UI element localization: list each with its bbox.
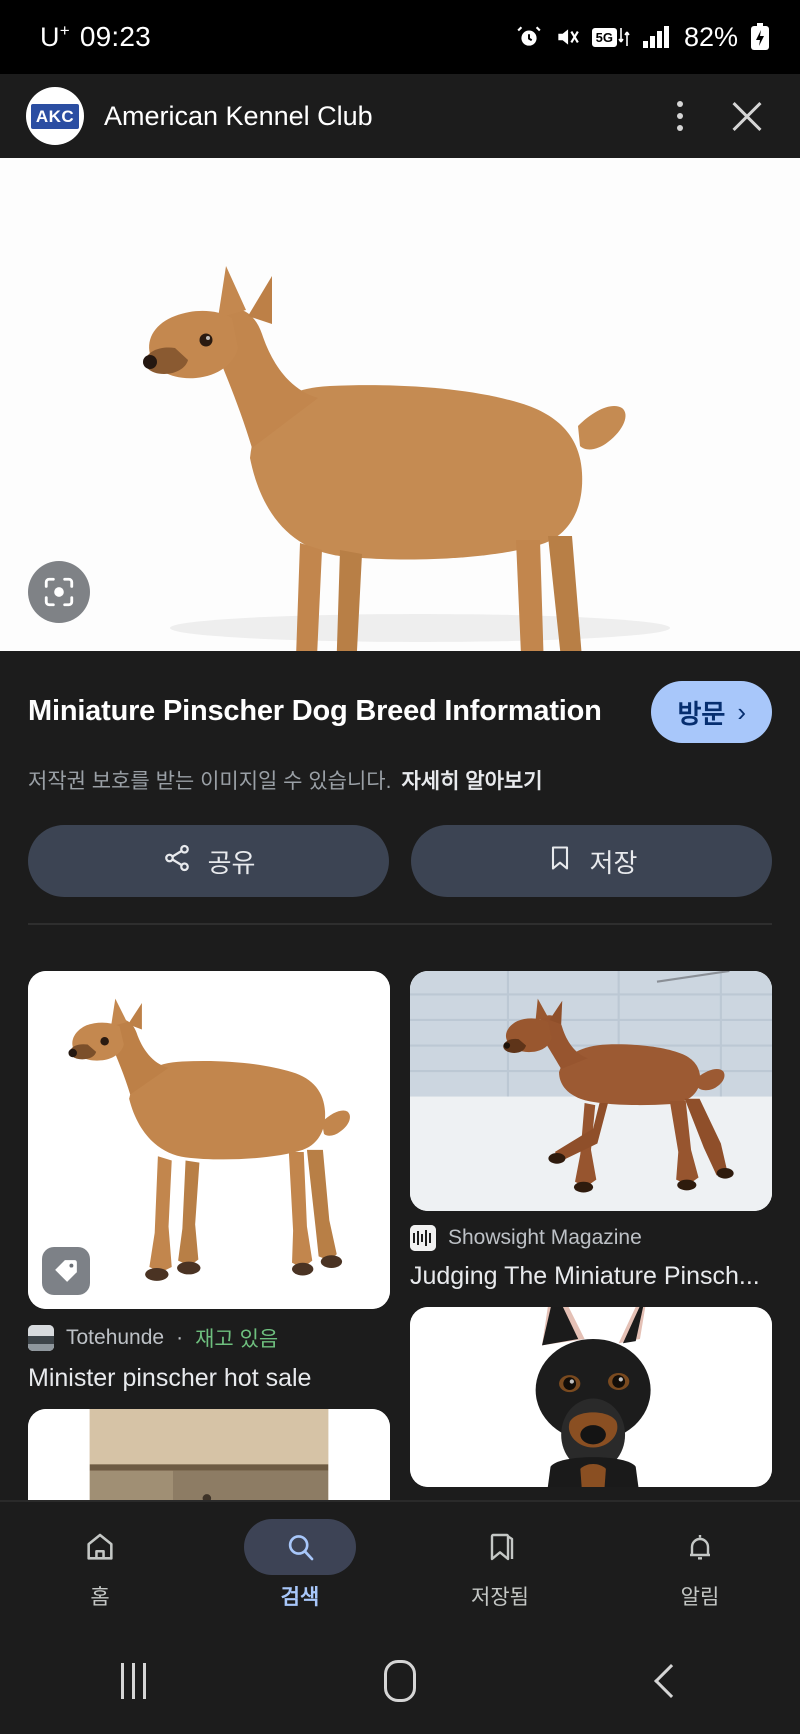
copyright-notice: 저작권 보호를 받는 이미지일 수 있습니다. 자세히 알아보기 — [28, 765, 772, 795]
nav-item-saved[interactable]: 저장됨 — [400, 1519, 600, 1611]
result-source-row: Totehunde · 재고 있음 — [28, 1323, 390, 1353]
system-navigation-bar — [0, 1628, 800, 1734]
share-button-label: 공유 — [207, 847, 256, 878]
nav-label-saved: 저장됨 — [471, 1586, 529, 1609]
alarm-icon — [516, 24, 542, 50]
related-images-grid: Totehunde · 재고 있음 Minister pinscher hot … — [0, 951, 800, 1559]
hero-image[interactable] — [0, 158, 800, 651]
share-button[interactable]: 공유 — [28, 825, 389, 897]
app-title: American Kennel Club — [104, 100, 373, 131]
battery-icon — [750, 23, 770, 51]
price-tag-icon — [42, 1247, 90, 1295]
nav-label-home: 홈 — [90, 1586, 110, 1609]
save-button[interactable]: 저장 — [411, 825, 772, 897]
result-source-name: Totehunde — [66, 1326, 165, 1349]
info-top-row: Miniature Pinscher Dog Breed Information… — [28, 681, 772, 743]
grid-column-right: Showsight Magazine Judging The Miniature… — [410, 971, 772, 1559]
result-source-row: Showsight Magazine — [410, 1225, 772, 1251]
signal-icon — [642, 25, 670, 49]
showsight-favicon — [410, 1225, 436, 1251]
totehunde-favicon — [28, 1325, 54, 1351]
clock: 09:23 — [79, 21, 151, 52]
learn-more-link[interactable]: 자세히 알아보기 — [401, 770, 542, 793]
grid-column-left: Totehunde · 재고 있음 Minister pinscher hot … — [28, 971, 390, 1559]
stock-status: 재고 있음 — [195, 1328, 279, 1351]
nav-item-notifications[interactable]: 알림 — [600, 1519, 800, 1611]
akc-logo: AKC — [26, 87, 84, 145]
close-icon[interactable] — [722, 91, 772, 141]
home-pill-icon[interactable] — [267, 1660, 534, 1702]
action-buttons: 공유 저장 — [28, 825, 772, 897]
save-button-label: 저장 — [589, 847, 638, 878]
result-title[interactable]: Minister pinscher hot sale — [28, 1363, 390, 1393]
status-left: U+ 09:23 — [40, 21, 151, 53]
kebab-menu-icon[interactable] — [658, 101, 702, 131]
app-header: AKC American Kennel Club — [0, 74, 800, 158]
nav-label-search: 검색 — [280, 1586, 320, 1609]
search-icon — [244, 1519, 356, 1575]
recents-icon[interactable] — [0, 1663, 267, 1699]
result-thumbnail[interactable] — [410, 971, 772, 1211]
5g-icon: 5G — [591, 26, 630, 48]
bookmark-icon — [546, 844, 574, 879]
result-title[interactable]: Judging The Miniature Pinsch... — [410, 1261, 772, 1291]
list-item[interactable] — [410, 1307, 772, 1487]
separator-dot: · — [176, 1326, 184, 1349]
nav-item-search[interactable]: 검색 — [200, 1519, 400, 1611]
carrier-label: U+ — [40, 21, 70, 52]
result-thumbnail[interactable] — [28, 971, 390, 1309]
result-thumbnail[interactable] — [410, 1307, 772, 1487]
list-item[interactable]: Showsight Magazine Judging The Miniature… — [410, 971, 772, 1291]
visit-button[interactable]: 방문 › — [651, 681, 772, 743]
bottom-navigation: 홈 검색 저장됨 알림 — [0, 1500, 800, 1628]
mute-icon — [554, 24, 580, 50]
bell-icon — [644, 1519, 756, 1575]
visit-button-label: 방문 — [677, 698, 726, 729]
home-icon — [44, 1519, 156, 1575]
bookmark-icon — [444, 1519, 556, 1575]
akc-logo-text: AKC — [30, 103, 80, 129]
phone-screen: U+ 09:23 5G 82% AKC American Kennel Club… — [0, 0, 800, 1734]
status-bar: U+ 09:23 5G 82% — [0, 0, 800, 74]
page-title: Miniature Pinscher Dog Breed Information — [28, 695, 602, 727]
back-chevron-icon[interactable] — [533, 1664, 800, 1698]
copyright-text: 저작권 보호를 받는 이미지일 수 있습니다. — [28, 770, 392, 793]
battery-percent-label: 82% — [683, 21, 738, 52]
google-lens-icon[interactable] — [28, 561, 90, 623]
miniature-pinscher-photo — [0, 158, 800, 651]
min-pinscher-gaiting-photo — [410, 971, 772, 1211]
data-arrows-icon — [618, 26, 630, 48]
black-tan-min-pinscher-portrait — [410, 1307, 772, 1487]
list-item[interactable]: Totehunde · 재고 있음 Minister pinscher hot … — [28, 971, 390, 1393]
share-icon — [162, 843, 192, 880]
nav-item-home[interactable]: 홈 — [0, 1519, 200, 1611]
result-source-name: Showsight Magazine — [448, 1226, 642, 1249]
image-info-panel: Miniature Pinscher Dog Breed Information… — [0, 651, 800, 951]
nav-label-notifications: 알림 — [680, 1586, 720, 1609]
status-right: 5G 82% — [516, 22, 770, 53]
chevron-right-icon: › — [737, 696, 746, 727]
section-divider — [28, 923, 772, 925]
